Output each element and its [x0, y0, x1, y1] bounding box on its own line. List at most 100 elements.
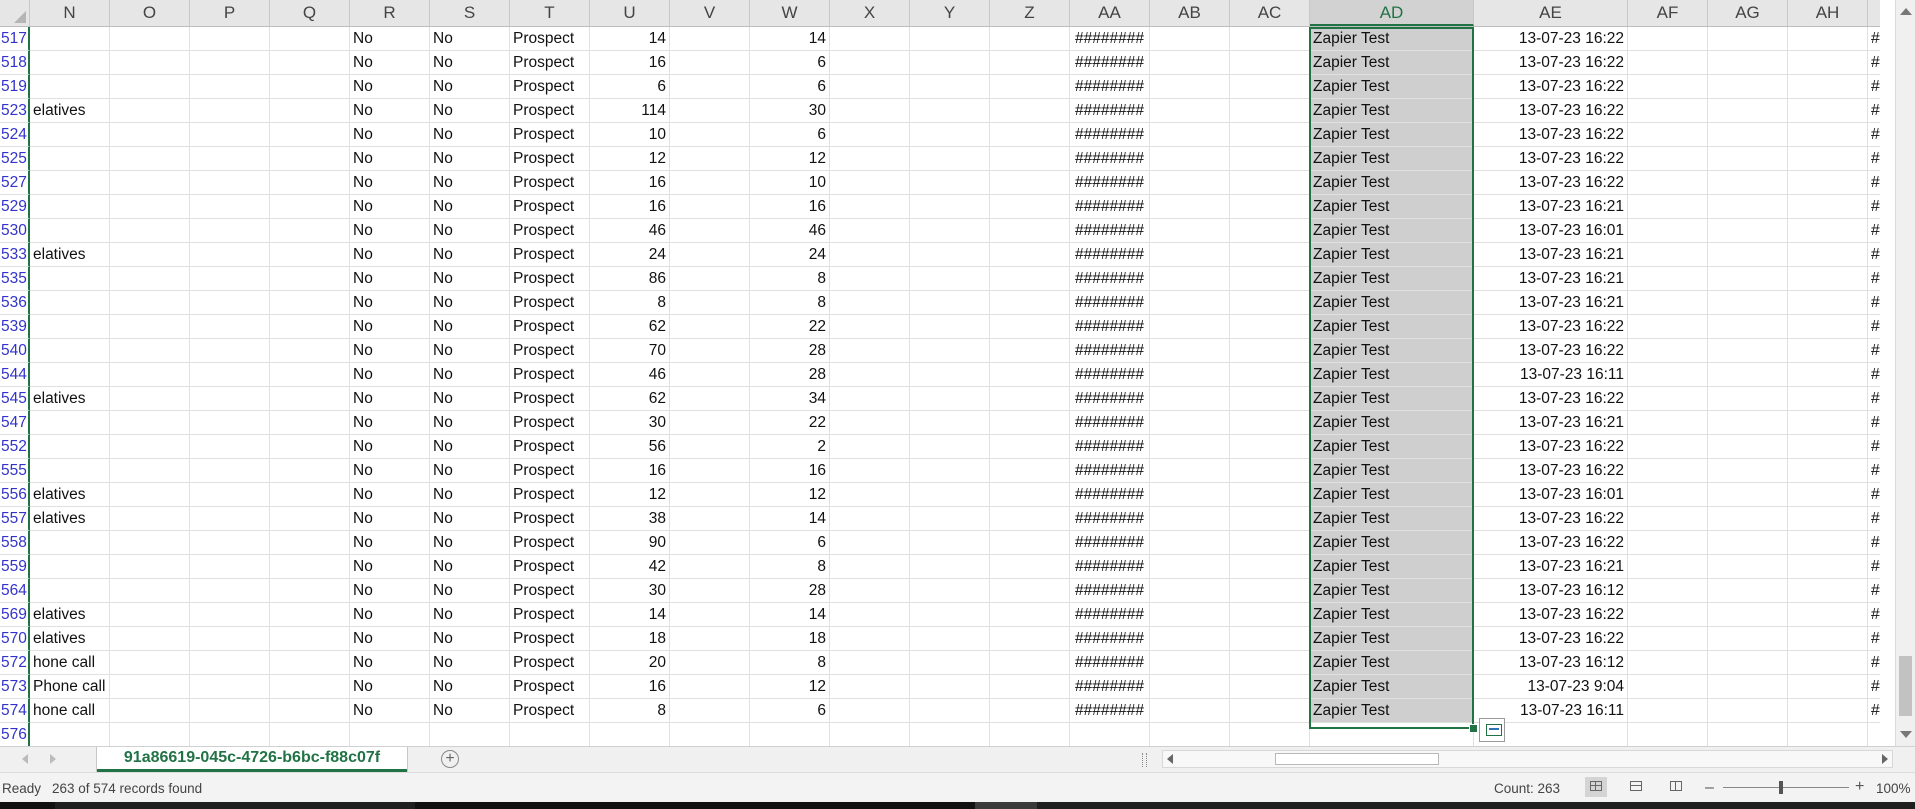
cell-x[interactable] — [830, 267, 910, 291]
cell-w[interactable]: 6 — [750, 699, 830, 723]
cell-w[interactable]: 30 — [750, 99, 830, 123]
cell-u[interactable]: 12 — [590, 147, 670, 171]
cell-n[interactable] — [30, 531, 110, 555]
cell-ag[interactable] — [1708, 411, 1788, 435]
cell-ai[interactable]: ## — [1868, 363, 1880, 387]
cell-v[interactable] — [670, 27, 750, 51]
cell-o[interactable] — [110, 555, 190, 579]
row-number[interactable]: 576 — [0, 723, 30, 746]
cell-w[interactable]: 18 — [750, 627, 830, 651]
cell-ae[interactable]: 13-07-23 16:11 — [1474, 363, 1628, 387]
cell-ai[interactable]: ## — [1868, 507, 1880, 531]
cell-o[interactable] — [110, 219, 190, 243]
cell-ag[interactable] — [1708, 291, 1788, 315]
cell-ab[interactable] — [1150, 651, 1230, 675]
cell-o[interactable] — [110, 147, 190, 171]
cell-ac[interactable] — [1230, 363, 1310, 387]
cell-aa[interactable]: ######## — [1070, 123, 1150, 147]
cell-ab[interactable] — [1150, 603, 1230, 627]
cell-q[interactable] — [270, 171, 350, 195]
cell-t[interactable]: Prospect — [510, 315, 590, 339]
cell-q[interactable] — [270, 339, 350, 363]
cell-ad[interactable]: Zapier Test — [1310, 627, 1474, 651]
cell-r[interactable]: No — [350, 243, 430, 267]
cell-ad[interactable]: Zapier Test — [1310, 99, 1474, 123]
cell-r[interactable]: No — [350, 699, 430, 723]
cell-ai[interactable]: ## — [1868, 219, 1880, 243]
cell-w[interactable]: 28 — [750, 363, 830, 387]
cell-ah[interactable] — [1788, 459, 1868, 483]
cell-ag[interactable] — [1708, 219, 1788, 243]
cell-y[interactable] — [910, 123, 990, 147]
add-sheet-button[interactable]: + — [441, 750, 459, 768]
cell-ae[interactable]: 13-07-23 16:22 — [1474, 339, 1628, 363]
cell-v[interactable] — [670, 339, 750, 363]
cell-p[interactable] — [190, 243, 270, 267]
cell-t[interactable]: Prospect — [510, 603, 590, 627]
cell-t[interactable]: Prospect — [510, 147, 590, 171]
cell-s[interactable]: No — [430, 171, 510, 195]
cell-u[interactable]: 38 — [590, 507, 670, 531]
cell-t[interactable]: Prospect — [510, 651, 590, 675]
cell-q[interactable] — [270, 315, 350, 339]
cell-ac[interactable] — [1230, 411, 1310, 435]
cell-ab[interactable] — [1150, 99, 1230, 123]
cell-x[interactable] — [830, 435, 910, 459]
cell-ag[interactable] — [1708, 51, 1788, 75]
cell-ae[interactable]: 13-07-23 16:22 — [1474, 99, 1628, 123]
cell-s[interactable]: No — [430, 243, 510, 267]
cell-s[interactable]: No — [430, 435, 510, 459]
cell-ah[interactable] — [1788, 531, 1868, 555]
cell-af[interactable] — [1628, 243, 1708, 267]
cell-z[interactable] — [990, 291, 1070, 315]
cell-w[interactable]: 16 — [750, 459, 830, 483]
scroll-down-icon[interactable] — [1900, 731, 1912, 738]
cell-o[interactable] — [110, 603, 190, 627]
cell-af[interactable] — [1628, 195, 1708, 219]
cell-z[interactable] — [990, 315, 1070, 339]
cell-r[interactable]: No — [350, 555, 430, 579]
row-number[interactable]: 552 — [0, 435, 30, 459]
cell-aa[interactable]: ######## — [1070, 315, 1150, 339]
cell-ab[interactable] — [1150, 699, 1230, 723]
cell-ag[interactable] — [1708, 531, 1788, 555]
cell-y[interactable] — [910, 315, 990, 339]
cell-n[interactable] — [30, 267, 110, 291]
cell-af[interactable] — [1628, 219, 1708, 243]
cell-ai[interactable]: ## — [1868, 627, 1880, 651]
column-header-ae[interactable]: AE — [1474, 0, 1628, 26]
page-layout-view-button[interactable] — [1625, 777, 1647, 797]
cell-ac[interactable] — [1230, 315, 1310, 339]
quick-analysis-icon[interactable] — [1479, 718, 1505, 742]
column-header-y[interactable]: Y — [910, 0, 990, 26]
cell-z[interactable] — [990, 243, 1070, 267]
cell-ah[interactable] — [1788, 75, 1868, 99]
cell-ai[interactable]: ## — [1868, 675, 1880, 699]
cell-t[interactable]: Prospect — [510, 459, 590, 483]
cell-u[interactable]: 16 — [590, 675, 670, 699]
cell-ah[interactable] — [1788, 651, 1868, 675]
cell-p[interactable] — [190, 651, 270, 675]
cell-w[interactable]: 22 — [750, 315, 830, 339]
cell-x[interactable] — [830, 459, 910, 483]
cell-r[interactable]: No — [350, 147, 430, 171]
cell-ae[interactable]: 13-07-23 16:01 — [1474, 219, 1628, 243]
cell-o[interactable] — [110, 243, 190, 267]
cell-s[interactable]: No — [430, 123, 510, 147]
cell-ad[interactable]: Zapier Test — [1310, 507, 1474, 531]
cell-u[interactable]: 6 — [590, 75, 670, 99]
cell-af[interactable] — [1628, 483, 1708, 507]
cell-w[interactable]: 16 — [750, 195, 830, 219]
column-header-aa[interactable]: AA — [1070, 0, 1150, 26]
cell-q[interactable] — [270, 579, 350, 603]
cell-ah[interactable] — [1788, 123, 1868, 147]
cell-o[interactable] — [110, 579, 190, 603]
cell-n[interactable]: hone call — [30, 651, 110, 675]
cell-ae[interactable]: 13-07-23 16:21 — [1474, 555, 1628, 579]
cell-w[interactable]: 34 — [750, 387, 830, 411]
cell-ai[interactable]: ## — [1868, 483, 1880, 507]
cell-ah[interactable] — [1788, 507, 1868, 531]
cell-ah[interactable] — [1788, 315, 1868, 339]
column-header-ad[interactable]: AD — [1310, 0, 1474, 26]
cell-v[interactable] — [670, 195, 750, 219]
